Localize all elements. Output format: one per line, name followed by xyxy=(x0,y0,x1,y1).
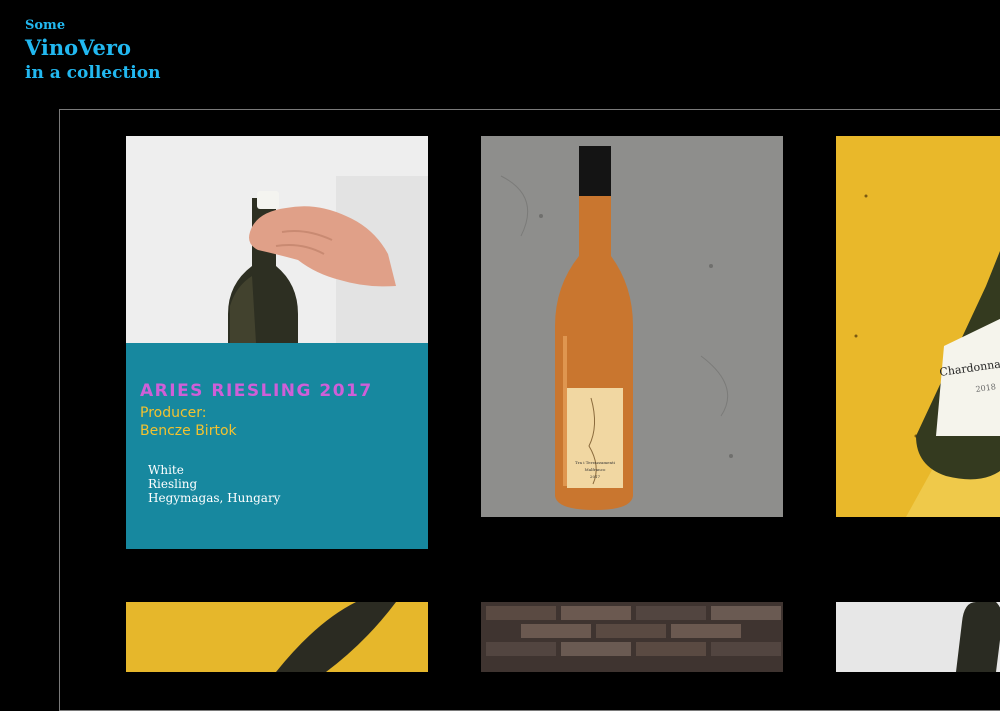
wine-card-aries-riesling[interactable]: ARIES RIESLING 2017 Producer: Bencze Bir… xyxy=(126,136,428,549)
wine-card-row2-1[interactable] xyxy=(126,602,428,672)
producer-label: Producer: xyxy=(140,405,207,421)
wine-color: White xyxy=(148,463,184,477)
producer-name[interactable]: Bencze Birtok xyxy=(140,423,237,439)
bottle-label-line2: Malfranco xyxy=(585,467,606,472)
bottle-label-line1: Tra i Terrazzamenti xyxy=(575,460,616,465)
wine-grape: Riesling xyxy=(148,477,198,491)
wine-info-panel: ARIES RIESLING 2017 Producer: Bencze Bir… xyxy=(126,343,428,549)
wine-photo-rose-bottle: Tra i Terrazzamenti Malfranco 2017 xyxy=(481,136,783,517)
site-header: Some VinoVero in a collection xyxy=(25,18,160,84)
wine-card-row2-2[interactable] xyxy=(481,602,783,672)
wine-card-rose-bottle[interactable]: Tra i Terrazzamenti Malfranco 2017 xyxy=(481,136,783,517)
wine-photo-hand-bottle xyxy=(126,136,428,343)
wine-photo-light-bottle xyxy=(836,602,1000,672)
wine-photo-chardonnay: Chardonnay 2018 xyxy=(836,136,1000,517)
header-subtitle: in a collection xyxy=(25,63,161,83)
header-kicker: Some xyxy=(25,18,66,33)
wine-card-chardonnay[interactable]: Chardonnay 2018 xyxy=(836,136,1000,517)
brand-logo-text[interactable]: VinoVero xyxy=(25,34,160,62)
bottle-label-year: 2017 xyxy=(590,474,601,479)
wine-details: White Riesling Hegymagas, Hungary xyxy=(148,463,280,505)
wine-region: Hegymagas, Hungary xyxy=(148,491,281,505)
wine-card-row2-3[interactable] xyxy=(836,602,1000,672)
wine-photo-dark-bottle xyxy=(126,602,428,672)
wine-photo-brick-wall xyxy=(481,602,783,672)
wine-title[interactable]: ARIES RIESLING 2017 xyxy=(140,381,373,401)
